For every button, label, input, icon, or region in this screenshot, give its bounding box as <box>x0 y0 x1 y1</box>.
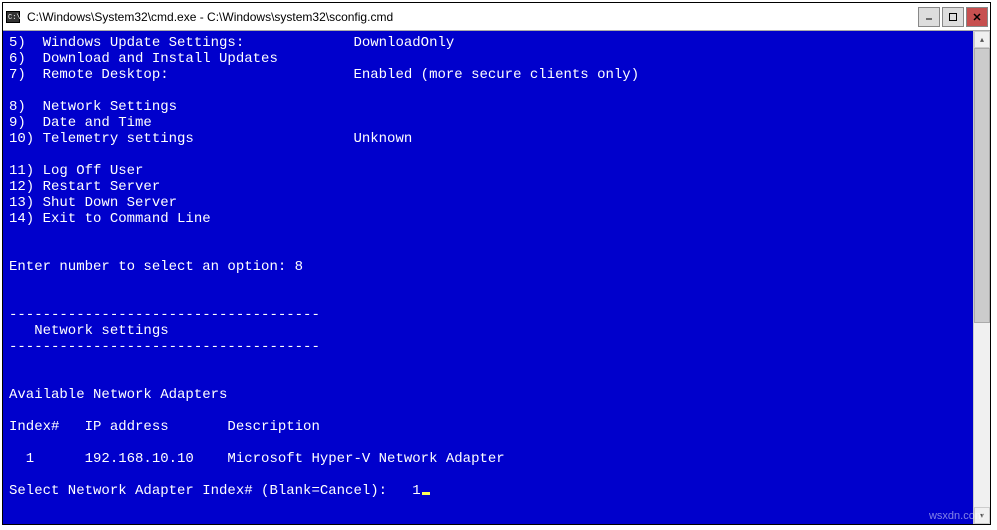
window-title: C:\Windows\System32\cmd.exe - C:\Windows… <box>27 10 918 24</box>
watermark-text: wsxdn.com <box>929 510 984 522</box>
console-area: 5) Windows Update Settings: DownloadOnly… <box>3 31 990 524</box>
text-cursor <box>422 492 430 495</box>
cmd-window: C:\ C:\Windows\System32\cmd.exe - C:\Win… <box>2 2 991 525</box>
scroll-up-button[interactable]: ▴ <box>974 31 990 48</box>
svg-text:C:\: C:\ <box>8 14 21 22</box>
vertical-scrollbar[interactable]: ▴ ▾ <box>973 31 990 524</box>
titlebar[interactable]: C:\ C:\Windows\System32\cmd.exe - C:\Win… <box>3 3 990 31</box>
console-output[interactable]: 5) Windows Update Settings: DownloadOnly… <box>3 31 973 524</box>
scroll-track[interactable] <box>974 48 990 507</box>
maximize-button[interactable] <box>942 7 964 27</box>
cmd-icon: C:\ <box>5 9 21 25</box>
window-controls <box>918 7 988 27</box>
close-button[interactable] <box>966 7 988 27</box>
scroll-thumb[interactable] <box>974 48 990 323</box>
minimize-button[interactable] <box>918 7 940 27</box>
